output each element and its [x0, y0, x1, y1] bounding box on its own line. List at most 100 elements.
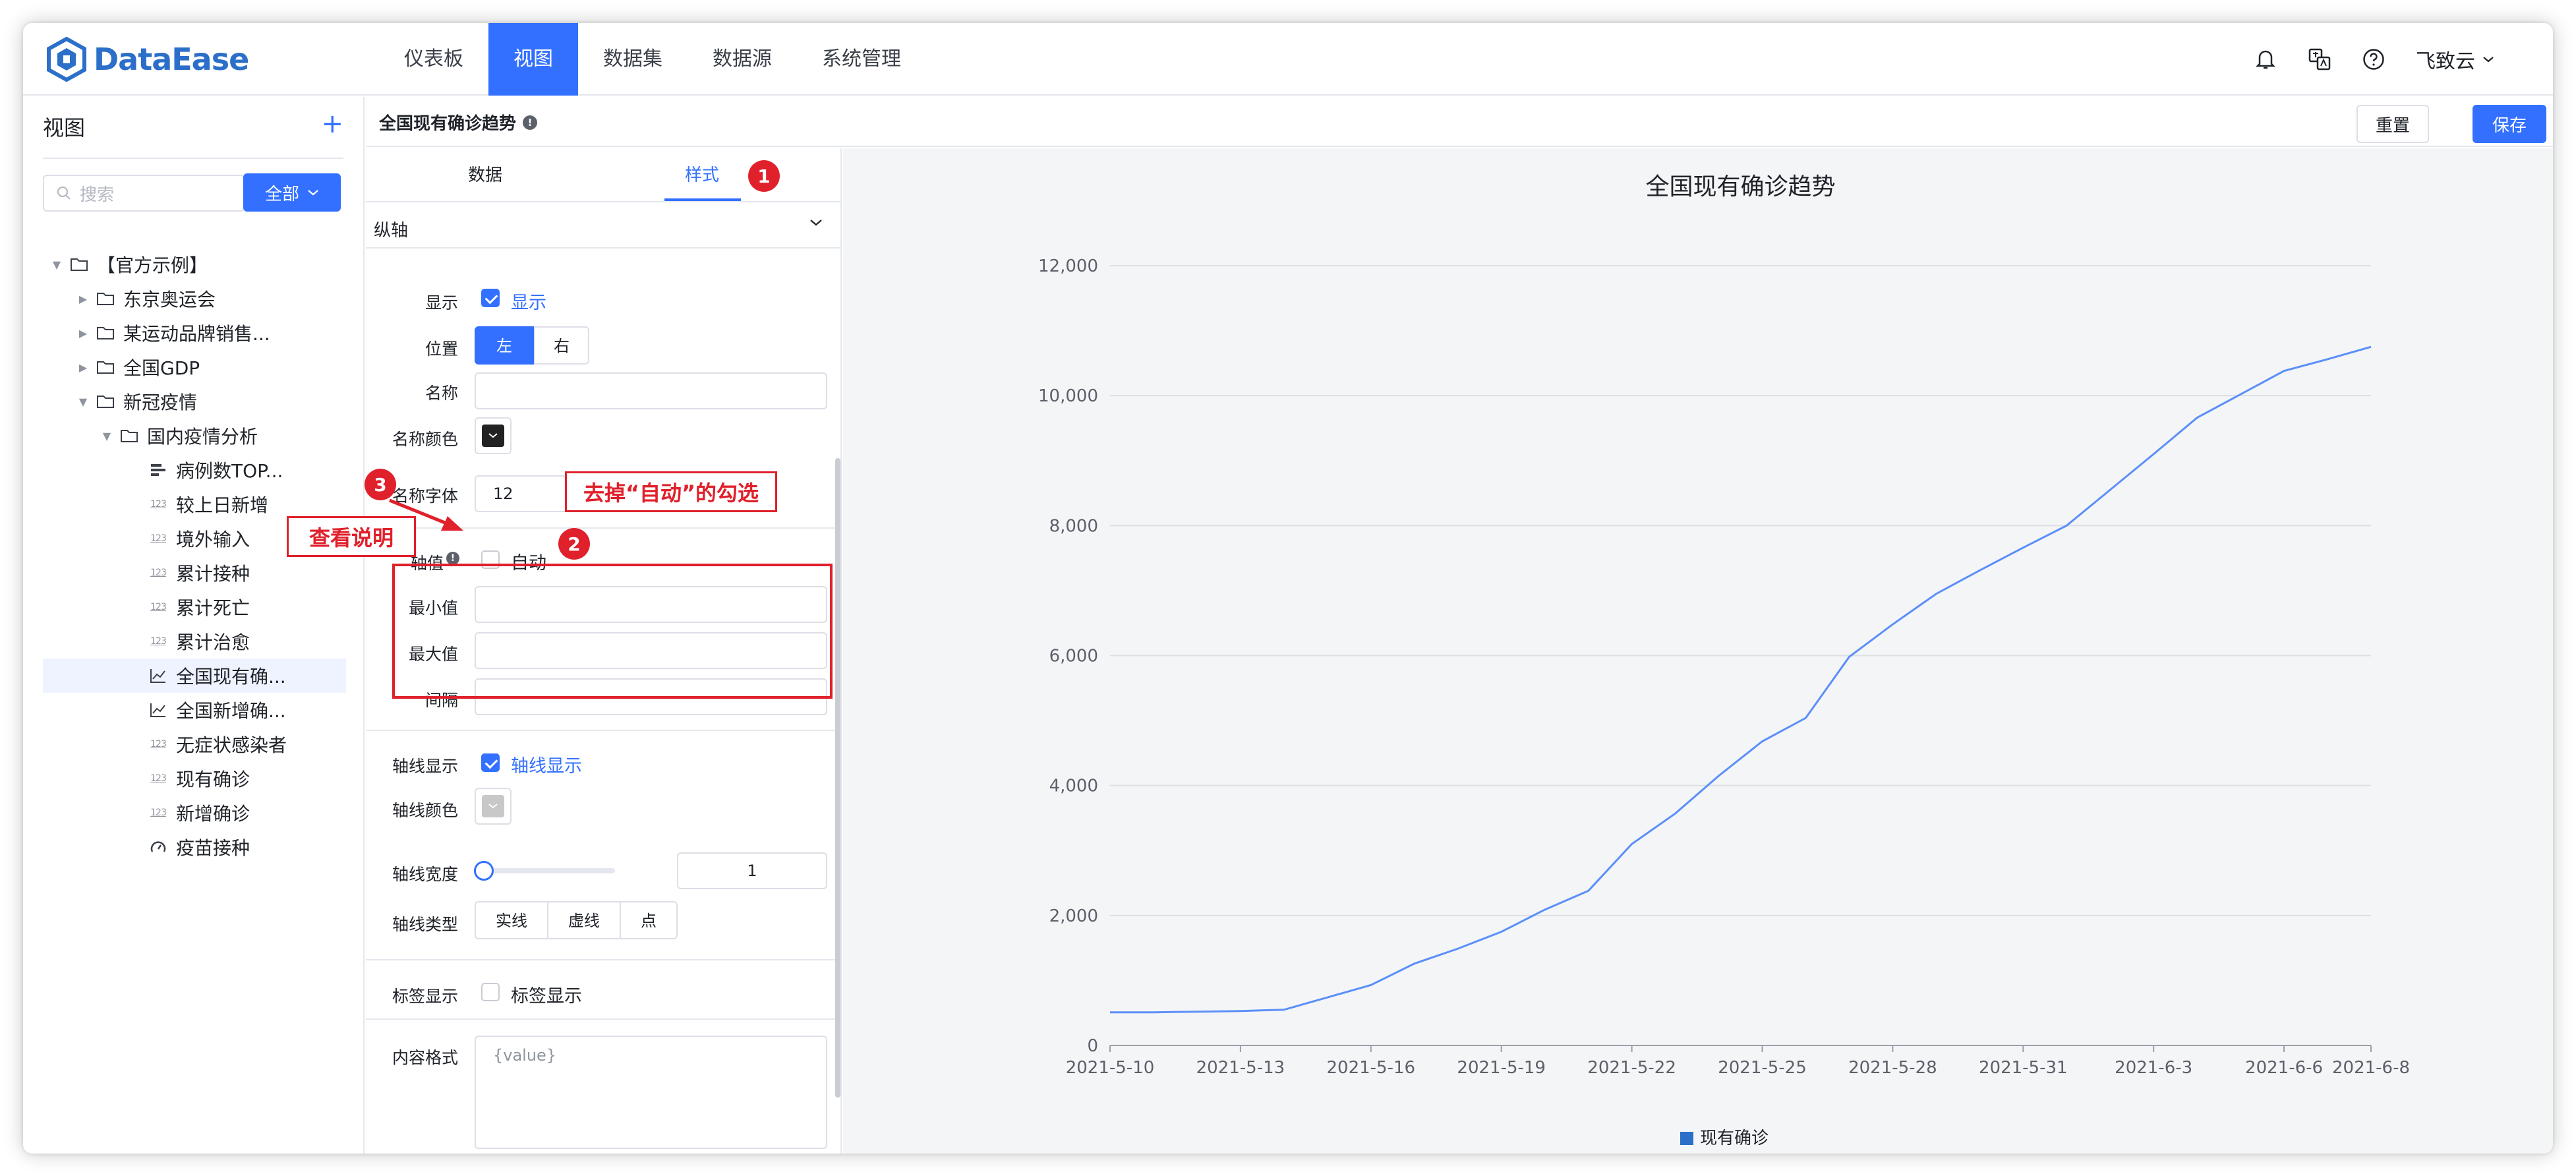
- axisline-show-checkbox[interactable]: [481, 753, 500, 772]
- annotation-arrow: [389, 498, 463, 531]
- line-chart[interactable]: 全国现有确诊趋势 0 2,000 4,000 6,000 8,000 10,000 12,00…: [843, 148, 2553, 1154]
- tree-item-label: 国内疫情分析: [147, 426, 258, 448]
- chevron-down-icon: [2483, 57, 2494, 63]
- axisline-color-picker[interactable]: [475, 788, 512, 825]
- caret-down-icon[interactable]: ▼: [76, 396, 90, 408]
- tree-item[interactable]: 123 新增确诊: [43, 796, 346, 830]
- name-label: 名称: [424, 384, 458, 403]
- x-tick-label: 2021-5-31: [1979, 1058, 2068, 1078]
- editor-header: 全国现有确诊趋势 ! 重置 保存: [366, 97, 2553, 147]
- tree-item[interactable]: 123 累计死亡: [43, 590, 346, 624]
- tree-item-label: 累计治愈: [176, 632, 250, 653]
- tree-item-label: 【官方示例】: [97, 254, 208, 276]
- user-name: 飞致云: [2416, 50, 2475, 73]
- x-tick-label: 2021-5-16: [1327, 1058, 1416, 1078]
- x-tick-label: 2021-6-6: [2245, 1058, 2323, 1078]
- nav-dataset[interactable]: 数据集: [578, 23, 688, 96]
- y-tick-label: 8,000: [1049, 516, 1098, 536]
- y-axis-section-header[interactable]: 纵轴: [366, 205, 842, 249]
- help-icon[interactable]: [2362, 47, 2386, 71]
- nav-datasource[interactable]: 数据源: [688, 23, 797, 96]
- tree-item[interactable]: 123 无症状感染者: [43, 727, 346, 761]
- caret-down-icon[interactable]: ▼: [49, 258, 64, 271]
- number-icon: 123: [150, 636, 167, 647]
- tree-item[interactable]: ▼ 新冠疫情: [43, 384, 346, 419]
- tree-item-label: 累计接种: [176, 563, 250, 585]
- tree-item[interactable]: ▼ 【官方示例】: [43, 247, 346, 281]
- tree-item[interactable]: 全国现有确...: [43, 659, 346, 693]
- tree-item-label: 累计死亡: [176, 597, 250, 619]
- notification-bell-icon[interactable]: [2254, 47, 2277, 71]
- reset-button[interactable]: 重置: [2356, 105, 2429, 143]
- legend-label: 现有确诊: [1700, 1129, 1769, 1148]
- axisline-width-slider-track[interactable]: [477, 868, 615, 873]
- chart-name-title: 全国现有确诊趋势 !: [379, 110, 538, 134]
- x-tick-label: 2021-5-10: [1066, 1058, 1155, 1078]
- tree-item-label: 无症状感染者: [176, 734, 287, 756]
- section-divider: [366, 1018, 835, 1020]
- tree-item-label: 某运动品牌销售...: [123, 323, 270, 345]
- tab-style[interactable]: 样式: [685, 148, 719, 202]
- tab-data[interactable]: 数据: [468, 148, 502, 202]
- bar-chart-icon: [148, 461, 168, 479]
- nav-dashboard[interactable]: 仪表板: [379, 23, 488, 96]
- legend-swatch: [1680, 1132, 1693, 1145]
- position-left-option[interactable]: 左: [475, 326, 534, 365]
- tree-item[interactable]: 疫苗接种: [43, 830, 346, 864]
- number-icon: 123: [150, 499, 167, 510]
- tree-item-label: 现有确诊: [176, 769, 250, 790]
- caret-right-icon[interactable]: ▶: [76, 293, 90, 305]
- sidebar-divider: [43, 158, 343, 159]
- line-type-dashed[interactable]: 虚线: [547, 901, 621, 939]
- tree-item[interactable]: 123 累计治愈: [43, 624, 346, 659]
- dataease-logo[interactable]: DataEase: [46, 36, 249, 82]
- search-input[interactable]: 搜索: [43, 175, 245, 212]
- top-right-tools: 飞致云: [2254, 23, 2495, 96]
- save-button[interactable]: 保存: [2473, 105, 2546, 143]
- tree-item-label: 境外输入: [176, 529, 250, 550]
- config-scrollbar[interactable]: [835, 458, 840, 1098]
- line-type-dotted[interactable]: 点: [620, 901, 678, 939]
- tree-item[interactable]: ▼ 国内疫情分析: [43, 419, 346, 453]
- add-view-icon[interactable]: +: [321, 109, 343, 139]
- tree-item-label: 新增确诊: [176, 803, 250, 825]
- folder-icon: [96, 324, 115, 341]
- axis-name-input[interactable]: [475, 372, 827, 409]
- tree-item[interactable]: 病例数TOP...: [43, 453, 346, 487]
- caret-down-icon[interactable]: ▼: [100, 430, 114, 442]
- number-icon: 123: [150, 568, 167, 578]
- tree-item[interactable]: 全国新增确...: [43, 693, 346, 727]
- show-checkbox[interactable]: [481, 289, 500, 307]
- y-tick-label: 6,000: [1049, 647, 1098, 666]
- chevron-down-icon: [810, 220, 822, 226]
- caret-right-icon[interactable]: ▶: [76, 361, 90, 374]
- axisline-width-input[interactable]: 1: [677, 852, 827, 889]
- name-color-picker[interactable]: [475, 417, 512, 454]
- line-type-solid[interactable]: 实线: [475, 901, 548, 939]
- axisline-width-slider-handle[interactable]: [474, 861, 494, 881]
- callout-uncheck-auto: 去掉“自动”的勾选: [565, 471, 777, 512]
- y-axis-section-title: 纵轴: [374, 221, 409, 241]
- tree-item[interactable]: 123 现有确诊: [43, 761, 346, 796]
- nav-system-management[interactable]: 系统管理: [797, 23, 926, 96]
- x-tick-label: 2021-5-19: [1457, 1058, 1546, 1078]
- label-show-checkbox[interactable]: [481, 983, 500, 1001]
- y-tick-label: 2,000: [1049, 906, 1098, 926]
- position-toggle: 左 右: [475, 326, 589, 365]
- tree-item[interactable]: ▶ 全国GDP: [43, 350, 346, 384]
- content-format-textarea[interactable]: {value}: [475, 1036, 827, 1149]
- info-icon[interactable]: !: [523, 115, 538, 130]
- y-tick-label: 4,000: [1049, 777, 1098, 796]
- number-icon: 123: [150, 533, 167, 544]
- tree-item[interactable]: ▶ 东京奥运会: [43, 281, 346, 316]
- position-right-option[interactable]: 右: [534, 326, 589, 365]
- x-tick-label: 2021-6-8: [2332, 1058, 2410, 1078]
- language-switch-icon[interactable]: [2308, 47, 2331, 71]
- label-show-label: 标签显示: [392, 987, 458, 1006]
- filter-all-dropdown[interactable]: 全部: [243, 173, 341, 212]
- caret-right-icon[interactable]: ▶: [76, 327, 90, 339]
- nav-view[interactable]: 视图: [488, 23, 578, 96]
- tree-item[interactable]: 123 累计接种: [43, 556, 346, 590]
- tree-item[interactable]: ▶ 某运动品牌销售...: [43, 316, 346, 350]
- user-menu[interactable]: 飞致云: [2416, 45, 2495, 74]
